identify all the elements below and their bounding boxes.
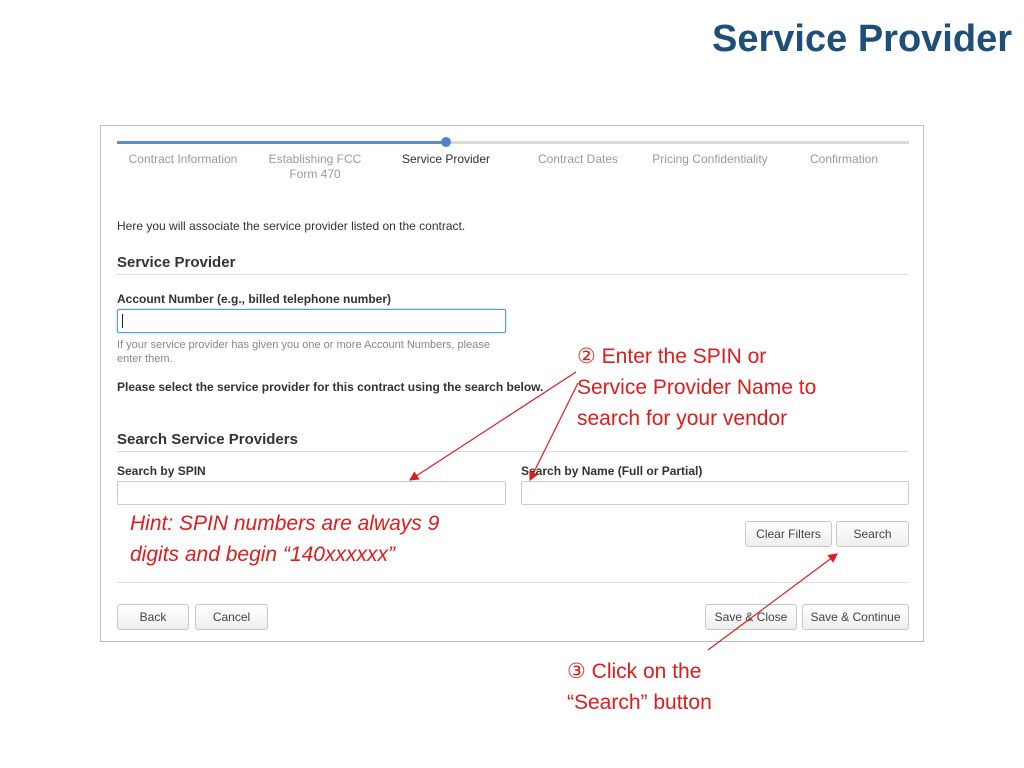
callout-line: search for your vendor <box>577 407 788 430</box>
callout-line: Service Provider Name to <box>577 376 817 399</box>
select-provider-instruction: Please select the service provider for t… <box>117 380 544 394</box>
hint-line: digits and begin “140xxxxxx” <box>130 543 395 566</box>
hint-line: Hint: SPIN numbers are always 9 <box>130 512 440 535</box>
step2-callout: ② Enter the SPIN or Service Provider Nam… <box>577 341 816 434</box>
search-spin-input[interactable] <box>117 481 506 505</box>
step3-marker: ③ <box>567 660 586 683</box>
step-confirmation[interactable]: Confirmation <box>801 152 887 167</box>
step-pricing-confidentiality[interactable]: Pricing Confidentiality <box>645 152 775 167</box>
text-caret <box>122 314 123 328</box>
step-establishing-fcc-form-470[interactable]: Establishing FCC Form 470 <box>261 152 369 182</box>
progress-current-dot <box>441 137 451 147</box>
save-close-button[interactable]: Save & Close <box>705 604 797 630</box>
service-provider-heading: Service Provider <box>117 254 236 271</box>
step-contract-information[interactable]: Contract Information <box>123 152 243 167</box>
intro-text: Here you will associate the service prov… <box>117 219 466 233</box>
search-service-providers-heading: Search Service Providers <box>117 431 298 448</box>
account-number-help: If your service provider has given you o… <box>117 339 490 365</box>
callout-line: ② Enter the SPIN or <box>577 345 767 368</box>
account-number-label: Account Number (e.g., billed telephone n… <box>117 292 392 306</box>
slide-title: Service Provider <box>712 18 1012 60</box>
spin-hint-annotation: Hint: SPIN numbers are always 9 digits a… <box>130 508 439 570</box>
section-divider <box>117 274 909 275</box>
account-number-input[interactable] <box>117 309 506 333</box>
callout-line: “Search” button <box>567 691 712 714</box>
footer-divider <box>117 582 909 583</box>
section-divider <box>117 451 909 452</box>
search-name-input[interactable] <box>521 481 909 505</box>
step2-marker: ② <box>577 345 596 368</box>
save-continue-button[interactable]: Save & Continue <box>802 604 909 630</box>
cancel-button[interactable]: Cancel <box>195 604 268 630</box>
callout-line: ③ Click on the <box>567 660 702 683</box>
clear-filters-button[interactable]: Clear Filters <box>745 521 832 547</box>
step-service-provider[interactable]: Service Provider <box>391 152 501 167</box>
search-name-label: Search by Name (Full or Partial) <box>521 464 703 478</box>
step-contract-dates[interactable]: Contract Dates <box>528 152 628 167</box>
step3-callout: ③ Click on the “Search” button <box>567 656 712 718</box>
progress-fill <box>117 141 450 144</box>
search-spin-label: Search by SPIN <box>117 464 206 478</box>
back-button[interactable]: Back <box>117 604 189 630</box>
search-button[interactable]: Search <box>836 521 909 547</box>
